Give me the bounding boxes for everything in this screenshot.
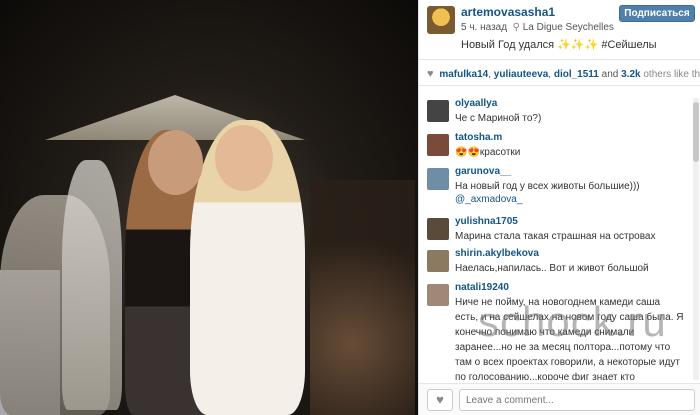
avatar[interactable]	[427, 250, 449, 272]
like-button[interactable]: ♥	[427, 389, 453, 411]
avatar[interactable]	[427, 284, 449, 306]
comment-text: На новый год у всех животы большие)))	[455, 181, 640, 192]
like-user[interactable]: yuliauteeva	[494, 69, 548, 80]
post-username[interactable]: artemovasasha1	[461, 5, 555, 19]
post-header: artemovasasha1 5 ч. назад ⚲ La Digue Sey…	[419, 0, 700, 60]
comment-username[interactable]: olyaallya	[455, 98, 497, 109]
watermark: schock.ru	[478, 298, 667, 345]
post-meta: 5 ч. назад ⚲ La Digue Seychelles	[461, 22, 614, 33]
comment-input[interactable]	[459, 389, 695, 411]
woman-left-head	[148, 130, 203, 195]
avatar[interactable]	[427, 6, 455, 34]
comment-username[interactable]: shirin.akylbekova	[455, 248, 539, 259]
comments-scrollbar[interactable]	[693, 98, 699, 380]
likes-suffix: others like this.	[643, 69, 700, 80]
comment-text: Наелась,напилась.. Вот и живот большой	[455, 263, 649, 274]
like-count[interactable]: 3.2k	[621, 69, 640, 80]
heart-icon: ♥	[436, 392, 444, 407]
comment-username[interactable]: natali19240	[455, 282, 509, 293]
comment-footer: ♥	[419, 383, 700, 415]
post-caption: Новый Год удался ✨✨✨ #Сейшелы	[461, 39, 657, 51]
comment-username[interactable]: garunova__	[455, 166, 511, 177]
avatar[interactable]	[427, 218, 449, 240]
comment-text: Че с Мариной то?)	[455, 113, 542, 124]
comment-mention[interactable]: @_axmadova_	[455, 194, 522, 205]
comment-text: Марина стала такая страшная на островах	[455, 231, 656, 242]
post-photo	[0, 0, 418, 415]
avatar[interactable]	[427, 134, 449, 156]
woman-right-head	[215, 125, 273, 191]
post-location[interactable]: La Digue Seychelles	[523, 22, 614, 33]
scrollbar-thumb[interactable]	[693, 102, 699, 162]
follow-button[interactable]: Подписаться	[619, 5, 695, 22]
location-pin-icon: ⚲	[512, 22, 520, 33]
post-sidebar: artemovasasha1 5 ч. назад ⚲ La Digue Sey…	[418, 0, 700, 415]
comment-username[interactable]: yulishna1705	[455, 216, 518, 227]
heart-icon: ♥	[427, 68, 434, 80]
background-person	[62, 160, 122, 410]
avatar[interactable]	[427, 100, 449, 122]
comment-text: 😍😍красотки	[455, 147, 521, 158]
avatar[interactable]	[427, 168, 449, 190]
likes-bar: ♥ mafulka14, yuliauteeva, diol_1511 and …	[419, 61, 700, 86]
post-time[interactable]: 5 ч. назад	[461, 22, 507, 33]
like-user[interactable]: diol_1511	[554, 69, 599, 80]
comment-username[interactable]: tatosha.m	[455, 132, 502, 143]
background-lights	[310, 180, 415, 415]
like-user[interactable]: mafulka14	[439, 69, 488, 80]
